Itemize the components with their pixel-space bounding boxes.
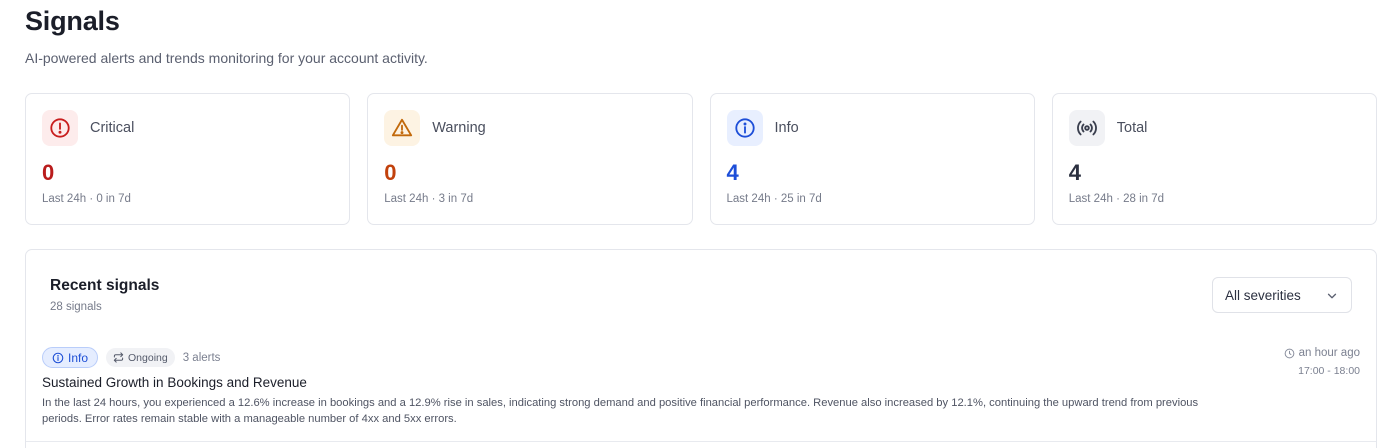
- signal-time: an hour ago: [1284, 347, 1360, 359]
- card-value: 4: [1068, 160, 1081, 185]
- card-critical: Critical 0 Last 24h · 0 in 7d: [25, 93, 351, 225]
- alert-circle-icon: [42, 110, 78, 146]
- time-ago: an hour ago: [1298, 347, 1360, 359]
- signal-badges: Info Ongoing 3 alerts: [42, 347, 220, 368]
- recent-signals-panel: Recent signals 28 signals All severities…: [25, 249, 1377, 448]
- summary-cards: Critical 0 Last 24h · 0 in 7d Warning 0 …: [25, 93, 1377, 225]
- severity-filter-value: All severities: [1225, 287, 1301, 303]
- signal-title: Sustained Growth in Bookings and Revenue: [42, 375, 307, 390]
- chevron-down-icon: [1327, 293, 1337, 299]
- signal-description: In the last 24 hours, you experienced a …: [42, 397, 1199, 425]
- severity-badge: Info: [42, 347, 99, 368]
- clock-icon: [1284, 348, 1294, 358]
- card-value: 0: [384, 160, 397, 185]
- card-label: Critical: [90, 120, 135, 136]
- severity-label: Info: [68, 350, 89, 365]
- card-warning: Warning 0 Last 24h · 3 in 7d: [367, 93, 693, 225]
- signals-count: 28 signals: [50, 301, 102, 313]
- card-label: Info: [774, 120, 799, 136]
- card-total: Total 4 Last 24h · 28 in 7d: [1051, 93, 1377, 225]
- info-icon: [52, 352, 64, 363]
- card-subtext: Last 24h · 0 in 7d: [42, 193, 131, 205]
- status-label: Ongoing: [128, 351, 168, 364]
- card-info: Info 4 Last 24h · 25 in 7d: [709, 93, 1035, 225]
- info-icon: [726, 110, 763, 146]
- repeat-icon: [113, 352, 124, 363]
- card-subtext: Last 24h · 28 in 7d: [1068, 193, 1165, 205]
- time-range: 17:00 - 18:00: [1298, 365, 1360, 377]
- page-subtitle: AI-powered alerts and trends monitoring …: [25, 50, 428, 66]
- card-value: 4: [726, 160, 739, 185]
- card-value: 0: [42, 160, 55, 185]
- severity-filter-select[interactable]: All severities: [1212, 277, 1352, 313]
- page-title: Signals: [25, 6, 120, 36]
- status-badge: Ongoing: [106, 348, 175, 367]
- card-subtext: Last 24h · 3 in 7d: [384, 193, 474, 205]
- alerts-count: 3 alerts: [182, 351, 221, 364]
- signal-row[interactable]: Info Ongoing 3 alerts an hour ago 17:00 …: [26, 340, 1376, 442]
- card-label: Warning: [432, 120, 486, 136]
- broadcast-icon: [1068, 110, 1105, 146]
- card-subtext: Last 24h · 25 in 7d: [726, 193, 822, 205]
- alert-triangle-icon: [384, 110, 421, 146]
- card-label: Total: [1116, 120, 1148, 136]
- panel-title: Recent signals: [50, 277, 160, 294]
